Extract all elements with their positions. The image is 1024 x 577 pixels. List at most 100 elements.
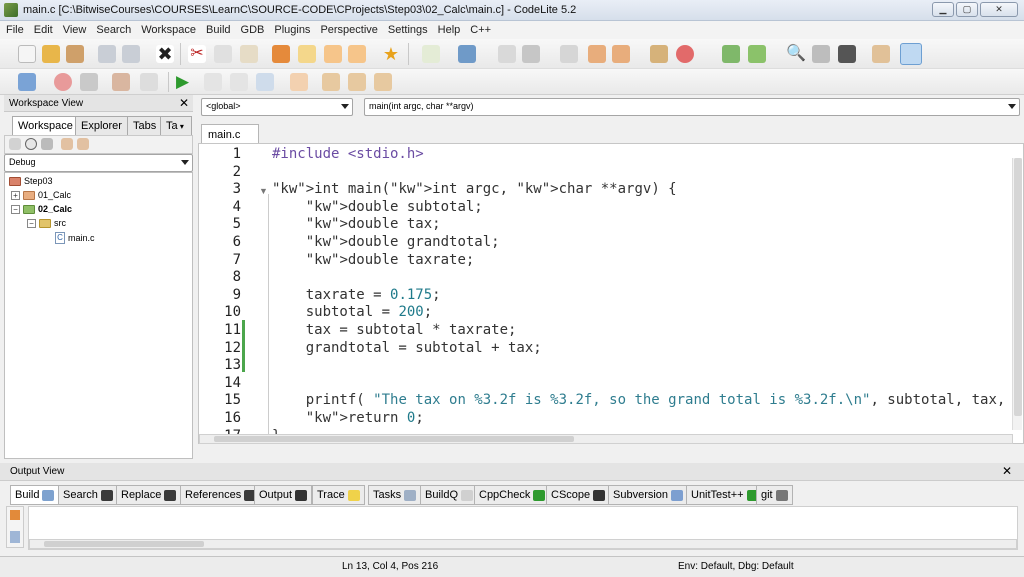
collapse-all-icon[interactable]: [9, 138, 21, 150]
print-icon[interactable]: [522, 45, 540, 63]
brush-icon[interactable]: [650, 45, 668, 63]
perspective-icon[interactable]: [900, 43, 922, 65]
redo-icon[interactable]: [298, 45, 316, 63]
menu-search[interactable]: Search: [96, 24, 131, 36]
back-icon[interactable]: [324, 45, 342, 63]
step-in-icon[interactable]: [322, 73, 340, 91]
check-icon[interactable]: [422, 45, 440, 63]
paste-icon[interactable]: [240, 45, 258, 63]
tree-item-02-calc[interactable]: − 02_Calc: [11, 204, 72, 214]
close-panel-icon[interactable]: ✕: [179, 96, 189, 110]
stop-debug-icon[interactable]: [204, 73, 222, 91]
tree-item-src[interactable]: − src: [27, 218, 66, 228]
tab-workspace[interactable]: Workspace: [12, 116, 79, 136]
stop-build-icon[interactable]: [54, 73, 72, 91]
file-settings-icon[interactable]: [61, 138, 73, 150]
plugin-b-icon[interactable]: [748, 45, 766, 63]
save-icon[interactable]: [98, 45, 116, 63]
tab-ta[interactable]: Ta ▾: [160, 116, 192, 135]
clean-icon[interactable]: [80, 73, 98, 91]
tab-unittest-[interactable]: UnitTest++: [686, 485, 764, 505]
pin-icon[interactable]: [10, 510, 20, 520]
bookmark-star-icon[interactable]: ★: [382, 45, 400, 63]
menu-edit[interactable]: Edit: [34, 24, 53, 36]
editor-horizontal-scrollbar[interactable]: [199, 434, 1013, 444]
close-output-icon[interactable]: ✕: [1002, 464, 1012, 478]
tab-tabs[interactable]: Tabs: [127, 116, 163, 135]
tree-item-step03[interactable]: Step03: [9, 176, 53, 186]
function-scope-select[interactable]: main(int argc, char **argv): [364, 98, 1020, 116]
zoom-icon[interactable]: 🔍: [786, 45, 806, 63]
collapse-icon[interactable]: −: [11, 204, 20, 214]
tab-git[interactable]: git: [756, 485, 793, 505]
restart-icon[interactable]: [256, 73, 274, 91]
undo-icon[interactable]: [272, 45, 290, 63]
tab-explorer[interactable]: Explorer: [75, 116, 128, 135]
settings-gear-icon[interactable]: [112, 73, 130, 91]
build-workspace-icon[interactable]: [458, 45, 476, 63]
tab-cppcheck[interactable]: CppCheck: [474, 485, 551, 505]
plugin-a-icon[interactable]: [722, 45, 740, 63]
find-icon[interactable]: [560, 45, 578, 63]
build-output-area[interactable]: [28, 506, 1018, 550]
menu-plugins[interactable]: Plugins: [274, 24, 310, 36]
menu-cpp[interactable]: C++: [470, 24, 491, 36]
home-icon[interactable]: [41, 138, 53, 150]
tab-build[interactable]: Build: [10, 485, 60, 505]
find-symbol-icon[interactable]: [812, 45, 830, 63]
open-recent-icon[interactable]: [66, 45, 84, 63]
step-out-icon[interactable]: [348, 73, 366, 91]
vertical-scrollbar[interactable]: [1012, 158, 1022, 430]
forward-icon[interactable]: [348, 45, 366, 63]
build-config-select[interactable]: Debug: [4, 154, 193, 172]
menu-build[interactable]: Build: [206, 24, 230, 36]
tab-search[interactable]: Search: [58, 485, 118, 505]
menu-help[interactable]: Help: [438, 24, 461, 36]
tab-subversion[interactable]: Subversion: [608, 485, 689, 505]
show-cursor-icon[interactable]: [374, 73, 392, 91]
find-in-files-icon[interactable]: [588, 45, 606, 63]
binoculars-icon[interactable]: [838, 45, 856, 63]
copy-icon[interactable]: [214, 45, 232, 63]
code-editor[interactable]: ▼ 1 #include <stdio.h> 2 3 "kw">int main("kw…: [198, 143, 1024, 444]
cut-icon[interactable]: ✂: [188, 45, 206, 63]
open-folder-icon[interactable]: [42, 45, 60, 63]
editor-tab-main-c[interactable]: main.c ✕: [201, 124, 259, 152]
tree-item-01-calc[interactable]: + 01_Calc: [11, 190, 71, 200]
tab-replace[interactable]: Replace: [116, 485, 182, 505]
download-icon[interactable]: [18, 73, 36, 91]
tab-tasks[interactable]: Tasks: [368, 485, 422, 505]
menu-workspace[interactable]: Workspace: [141, 24, 196, 36]
clear-output-icon[interactable]: [10, 531, 20, 543]
stop-icon[interactable]: [676, 45, 694, 63]
close-file-icon[interactable]: ✖: [156, 45, 174, 63]
tab-trace[interactable]: Trace: [312, 485, 365, 505]
run-icon[interactable]: ▶: [176, 73, 194, 91]
expand-icon[interactable]: +: [11, 190, 20, 200]
close-window-button[interactable]: ✕: [980, 2, 1018, 17]
project-settings-icon[interactable]: [77, 138, 89, 150]
tasks-list-icon[interactable]: [498, 45, 516, 63]
output-horizontal-scrollbar[interactable]: [29, 539, 1017, 549]
disabled-icon[interactable]: [140, 73, 158, 91]
pause-icon[interactable]: [230, 73, 248, 91]
maximize-button[interactable]: ▢: [956, 2, 978, 17]
tree-item-main-c[interactable]: C main.c: [55, 232, 95, 244]
find-resource-icon[interactable]: [612, 45, 630, 63]
collapse-icon[interactable]: −: [27, 218, 36, 228]
link-editor-icon[interactable]: [25, 138, 37, 150]
scope-global-select[interactable]: <global>: [201, 98, 353, 116]
tab-buildq[interactable]: BuildQ: [420, 485, 479, 505]
tab-output[interactable]: Output: [254, 485, 313, 505]
menu-perspective[interactable]: Perspective: [320, 24, 377, 36]
tab-cscope[interactable]: CScope: [546, 485, 611, 505]
tab-references[interactable]: References: [180, 485, 262, 505]
menu-file[interactable]: File: [6, 24, 24, 36]
new-file-icon[interactable]: [18, 45, 36, 63]
step-over-icon[interactable]: [290, 73, 308, 91]
layout-icon[interactable]: [872, 45, 890, 63]
fold-arrow-icon[interactable]: ▼: [259, 186, 268, 196]
menu-view[interactable]: View: [63, 24, 87, 36]
menu-settings[interactable]: Settings: [388, 24, 428, 36]
minimize-button[interactable]: ▁: [932, 2, 954, 17]
